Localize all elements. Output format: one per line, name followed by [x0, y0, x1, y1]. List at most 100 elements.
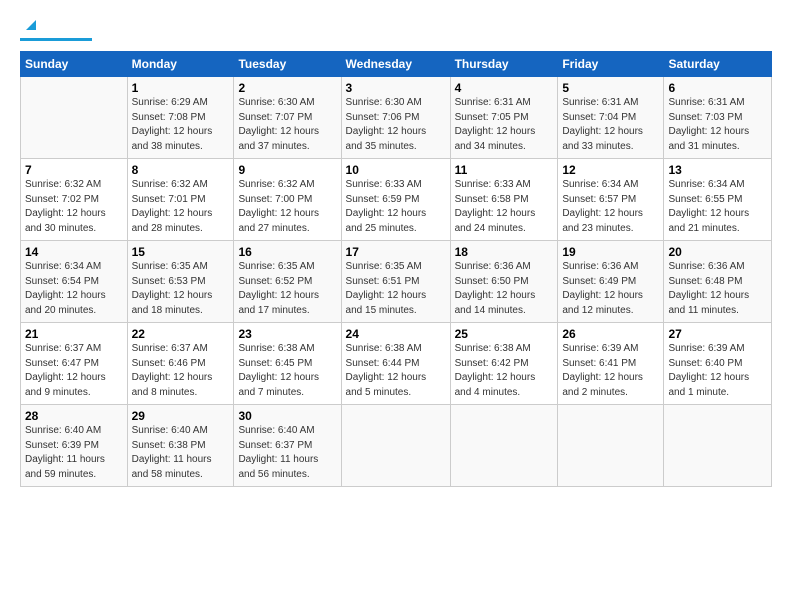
week-row-3: 14Sunrise: 6:34 AMSunset: 6:54 PMDayligh…	[21, 241, 772, 323]
day-cell: 28Sunrise: 6:40 AMSunset: 6:39 PMDayligh…	[21, 405, 128, 487]
day-cell: 26Sunrise: 6:39 AMSunset: 6:41 PMDayligh…	[558, 323, 664, 405]
day-cell: 19Sunrise: 6:36 AMSunset: 6:49 PMDayligh…	[558, 241, 664, 323]
week-row-2: 7Sunrise: 6:32 AMSunset: 7:02 PMDaylight…	[21, 159, 772, 241]
day-cell: 23Sunrise: 6:38 AMSunset: 6:45 PMDayligh…	[234, 323, 341, 405]
day-number: 4	[455, 81, 554, 95]
day-number: 12	[562, 163, 659, 177]
day-number: 9	[238, 163, 336, 177]
day-number: 15	[132, 245, 230, 259]
day-cell: 2Sunrise: 6:30 AMSunset: 7:07 PMDaylight…	[234, 77, 341, 159]
day-info: Sunrise: 6:36 AMSunset: 6:50 PMDaylight:…	[455, 260, 554, 318]
week-row-4: 21Sunrise: 6:37 AMSunset: 6:47 PMDayligh…	[21, 323, 772, 405]
day-cell: 14Sunrise: 6:34 AMSunset: 6:54 PMDayligh…	[21, 241, 128, 323]
day-info: Sunrise: 6:38 AMSunset: 6:44 PMDaylight:…	[346, 342, 446, 400]
day-cell: 20Sunrise: 6:36 AMSunset: 6:48 PMDayligh…	[664, 241, 772, 323]
day-cell: 5Sunrise: 6:31 AMSunset: 7:04 PMDaylight…	[558, 77, 664, 159]
day-cell: 27Sunrise: 6:39 AMSunset: 6:40 PMDayligh…	[664, 323, 772, 405]
day-number: 30	[238, 409, 336, 423]
day-info: Sunrise: 6:35 AMSunset: 6:51 PMDaylight:…	[346, 260, 446, 318]
day-number: 23	[238, 327, 336, 341]
day-number: 29	[132, 409, 230, 423]
col-saturday: Saturday	[664, 52, 772, 77]
day-number: 16	[238, 245, 336, 259]
day-info: Sunrise: 6:30 AMSunset: 7:07 PMDaylight:…	[238, 96, 336, 154]
logo-icon	[22, 16, 40, 34]
day-cell: 8Sunrise: 6:32 AMSunset: 7:01 PMDaylight…	[127, 159, 234, 241]
day-number: 13	[668, 163, 767, 177]
day-cell: 18Sunrise: 6:36 AMSunset: 6:50 PMDayligh…	[450, 241, 558, 323]
day-info: Sunrise: 6:33 AMSunset: 6:58 PMDaylight:…	[455, 178, 554, 236]
day-cell: 1Sunrise: 6:29 AMSunset: 7:08 PMDaylight…	[127, 77, 234, 159]
day-cell: 11Sunrise: 6:33 AMSunset: 6:58 PMDayligh…	[450, 159, 558, 241]
day-cell: 3Sunrise: 6:30 AMSunset: 7:06 PMDaylight…	[341, 77, 450, 159]
day-info: Sunrise: 6:34 AMSunset: 6:55 PMDaylight:…	[668, 178, 767, 236]
day-number: 7	[25, 163, 123, 177]
day-cell	[21, 77, 128, 159]
day-number: 3	[346, 81, 446, 95]
page: Sunday Monday Tuesday Wednesday Thursday…	[0, 0, 792, 612]
day-info: Sunrise: 6:38 AMSunset: 6:45 PMDaylight:…	[238, 342, 336, 400]
day-cell	[664, 405, 772, 487]
day-info: Sunrise: 6:40 AMSunset: 6:37 PMDaylight:…	[238, 424, 336, 482]
day-number: 8	[132, 163, 230, 177]
col-monday: Monday	[127, 52, 234, 77]
day-info: Sunrise: 6:34 AMSunset: 6:54 PMDaylight:…	[25, 260, 123, 318]
week-row-1: 1Sunrise: 6:29 AMSunset: 7:08 PMDaylight…	[21, 77, 772, 159]
day-info: Sunrise: 6:34 AMSunset: 6:57 PMDaylight:…	[562, 178, 659, 236]
day-cell: 15Sunrise: 6:35 AMSunset: 6:53 PMDayligh…	[127, 241, 234, 323]
col-thursday: Thursday	[450, 52, 558, 77]
day-cell: 30Sunrise: 6:40 AMSunset: 6:37 PMDayligh…	[234, 405, 341, 487]
calendar-table: Sunday Monday Tuesday Wednesday Thursday…	[20, 51, 772, 487]
day-cell: 9Sunrise: 6:32 AMSunset: 7:00 PMDaylight…	[234, 159, 341, 241]
day-info: Sunrise: 6:35 AMSunset: 6:53 PMDaylight:…	[132, 260, 230, 318]
day-cell: 7Sunrise: 6:32 AMSunset: 7:02 PMDaylight…	[21, 159, 128, 241]
day-cell: 25Sunrise: 6:38 AMSunset: 6:42 PMDayligh…	[450, 323, 558, 405]
day-number: 1	[132, 81, 230, 95]
week-row-5: 28Sunrise: 6:40 AMSunset: 6:39 PMDayligh…	[21, 405, 772, 487]
day-number: 14	[25, 245, 123, 259]
day-number: 28	[25, 409, 123, 423]
day-number: 11	[455, 163, 554, 177]
logo-underline	[20, 38, 92, 41]
day-info: Sunrise: 6:31 AMSunset: 7:03 PMDaylight:…	[668, 96, 767, 154]
day-info: Sunrise: 6:35 AMSunset: 6:52 PMDaylight:…	[238, 260, 336, 318]
day-info: Sunrise: 6:39 AMSunset: 6:40 PMDaylight:…	[668, 342, 767, 400]
day-cell: 22Sunrise: 6:37 AMSunset: 6:46 PMDayligh…	[127, 323, 234, 405]
day-cell: 4Sunrise: 6:31 AMSunset: 7:05 PMDaylight…	[450, 77, 558, 159]
day-info: Sunrise: 6:29 AMSunset: 7:08 PMDaylight:…	[132, 96, 230, 154]
day-info: Sunrise: 6:32 AMSunset: 7:02 PMDaylight:…	[25, 178, 123, 236]
col-wednesday: Wednesday	[341, 52, 450, 77]
day-number: 25	[455, 327, 554, 341]
day-number: 17	[346, 245, 446, 259]
day-number: 10	[346, 163, 446, 177]
day-cell: 21Sunrise: 6:37 AMSunset: 6:47 PMDayligh…	[21, 323, 128, 405]
day-info: Sunrise: 6:31 AMSunset: 7:04 PMDaylight:…	[562, 96, 659, 154]
day-number: 24	[346, 327, 446, 341]
day-number: 19	[562, 245, 659, 259]
header	[20, 16, 772, 41]
logo	[20, 16, 92, 41]
day-number: 20	[668, 245, 767, 259]
day-info: Sunrise: 6:33 AMSunset: 6:59 PMDaylight:…	[346, 178, 446, 236]
day-info: Sunrise: 6:32 AMSunset: 7:00 PMDaylight:…	[238, 178, 336, 236]
day-info: Sunrise: 6:30 AMSunset: 7:06 PMDaylight:…	[346, 96, 446, 154]
day-info: Sunrise: 6:40 AMSunset: 6:39 PMDaylight:…	[25, 424, 123, 482]
day-info: Sunrise: 6:37 AMSunset: 6:46 PMDaylight:…	[132, 342, 230, 400]
day-number: 18	[455, 245, 554, 259]
day-info: Sunrise: 6:39 AMSunset: 6:41 PMDaylight:…	[562, 342, 659, 400]
day-number: 22	[132, 327, 230, 341]
day-cell	[341, 405, 450, 487]
day-info: Sunrise: 6:32 AMSunset: 7:01 PMDaylight:…	[132, 178, 230, 236]
day-number: 21	[25, 327, 123, 341]
day-number: 27	[668, 327, 767, 341]
day-cell: 29Sunrise: 6:40 AMSunset: 6:38 PMDayligh…	[127, 405, 234, 487]
col-sunday: Sunday	[21, 52, 128, 77]
day-number: 6	[668, 81, 767, 95]
day-cell	[450, 405, 558, 487]
day-cell: 24Sunrise: 6:38 AMSunset: 6:44 PMDayligh…	[341, 323, 450, 405]
day-info: Sunrise: 6:36 AMSunset: 6:49 PMDaylight:…	[562, 260, 659, 318]
header-row: Sunday Monday Tuesday Wednesday Thursday…	[21, 52, 772, 77]
day-info: Sunrise: 6:38 AMSunset: 6:42 PMDaylight:…	[455, 342, 554, 400]
day-cell: 13Sunrise: 6:34 AMSunset: 6:55 PMDayligh…	[664, 159, 772, 241]
day-info: Sunrise: 6:37 AMSunset: 6:47 PMDaylight:…	[25, 342, 123, 400]
